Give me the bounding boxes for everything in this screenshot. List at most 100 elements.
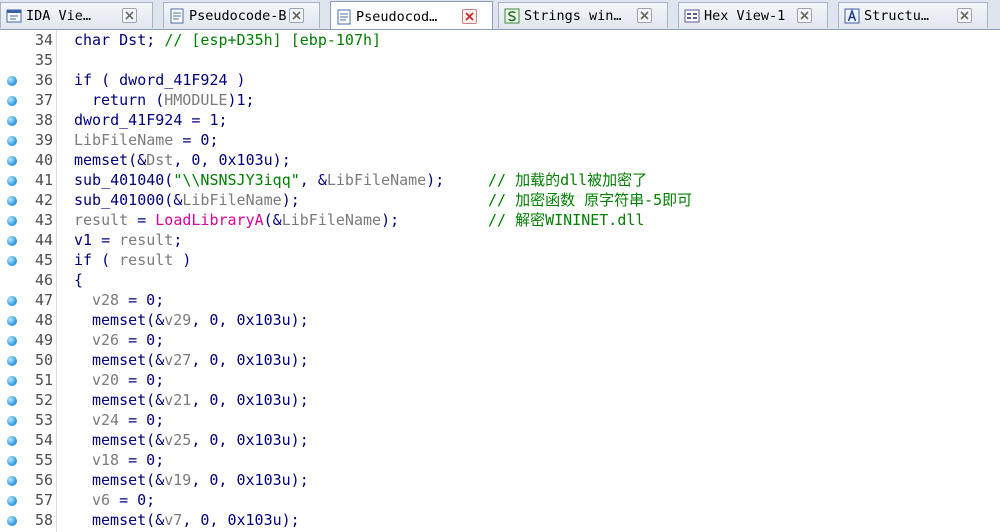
code-line[interactable]: 52 memset(&v21, 0, 0x103u); <box>0 390 1000 410</box>
code-line[interactable]: 34 char Dst; // [esp+D35h] [ebp-107h] <box>0 30 1000 50</box>
breakpoint-dot-icon[interactable] <box>7 96 17 106</box>
code-text[interactable]: result = LoadLibraryA(&LibFileName); <box>74 210 399 230</box>
line-number: 41 <box>34 171 53 189</box>
code-token: = 0; <box>119 291 165 309</box>
code-text[interactable]: { <box>74 270 83 290</box>
code-token: memset(& <box>74 151 147 169</box>
code-text[interactable]: v18 = 0; <box>92 450 164 470</box>
code-text[interactable]: v20 = 0; <box>92 370 164 390</box>
code-line[interactable]: 47 v28 = 0; <box>0 290 1000 310</box>
code-line[interactable]: 56 memset(&v19, 0, 0x103u); <box>0 470 1000 490</box>
tab-strings-win[interactable]: Strings win… <box>498 2 668 28</box>
code-line[interactable]: 50 memset(&v27, 0, 0x103u); <box>0 350 1000 370</box>
code-line[interactable]: 45 if ( result ) <box>0 250 1000 270</box>
breakpoint-dot-icon[interactable] <box>7 256 17 266</box>
code-line[interactable]: 53 v24 = 0; <box>0 410 1000 430</box>
code-line[interactable]: 36 if ( dword_41F924 ) <box>0 70 1000 90</box>
code-line[interactable]: 43 result = LoadLibraryA(&LibFileName); //… <box>0 210 1000 230</box>
tab-structu[interactable]: Structu… <box>838 2 988 28</box>
tab-label: Pseudocode-B <box>189 7 287 24</box>
code-text[interactable]: if ( dword_41F924 ) <box>74 70 246 90</box>
code-text[interactable]: dword_41F924 = 1; <box>74 110 228 130</box>
close-icon[interactable] <box>122 8 137 23</box>
breakpoint-dot-icon[interactable] <box>7 376 17 386</box>
code-line[interactable]: 54 memset(&v25, 0, 0x103u); <box>0 430 1000 450</box>
code-token: memset(& <box>92 311 165 329</box>
tab-pseudocode-b[interactable]: Pseudocode-B <box>163 2 320 28</box>
line-number: 36 <box>34 71 53 89</box>
code-token: = 0; <box>119 371 165 389</box>
code-line[interactable]: 48 memset(&v29, 0, 0x103u); <box>0 310 1000 330</box>
breakpoint-dot-icon[interactable] <box>7 296 17 306</box>
code-line[interactable]: 37 return (HMODULE)1; <box>0 90 1000 110</box>
tab-label: Hex View-1 <box>704 7 786 24</box>
code-text[interactable]: memset(&v19, 0, 0x103u); <box>92 470 309 490</box>
code-line[interactable]: 40 memset(&Dst, 0, 0x103u); <box>0 150 1000 170</box>
breakpoint-dot-icon[interactable] <box>7 396 17 406</box>
code-text[interactable]: char Dst; // [esp+D35h] [ebp-107h] <box>74 30 381 50</box>
code-line[interactable]: 57 v6 = 0; <box>0 490 1000 510</box>
code-text[interactable]: v1 = result; <box>74 230 182 250</box>
breakpoint-dot-icon[interactable] <box>7 496 17 506</box>
code-line[interactable]: 41 sub_401040("\\NSNSJY3iqq", &LibFileNam… <box>0 170 1000 190</box>
breakpoint-dot-icon[interactable] <box>7 316 17 326</box>
breakpoint-dot-icon[interactable] <box>7 176 17 186</box>
breakpoint-dot-icon[interactable] <box>7 116 17 126</box>
code-line[interactable]: 38 dword_41F924 = 1; <box>0 110 1000 130</box>
breakpoint-dot-icon[interactable] <box>7 76 17 86</box>
close-icon[interactable] <box>957 8 972 23</box>
close-icon[interactable] <box>637 8 652 23</box>
code-line[interactable]: 55 v18 = 0; <box>0 450 1000 470</box>
code-text[interactable]: LibFileName = 0; <box>74 130 219 150</box>
breakpoint-dot-icon[interactable] <box>7 356 17 366</box>
code-line[interactable]: 46 { <box>0 270 1000 290</box>
close-icon[interactable] <box>462 9 477 24</box>
code-text[interactable]: if ( result ) <box>74 250 191 270</box>
breakpoint-dot-icon[interactable] <box>7 216 17 226</box>
close-icon[interactable] <box>289 8 304 23</box>
tab-pseudocod[interactable]: Pseudocod… <box>330 1 493 29</box>
code-text[interactable]: memset(&v25, 0, 0x103u); <box>92 430 309 450</box>
code-line[interactable]: 51 v20 = 0; <box>0 370 1000 390</box>
breakpoint-dot-icon[interactable] <box>7 456 17 466</box>
code-line[interactable]: 39 LibFileName = 0; <box>0 130 1000 150</box>
tab-label: Strings win… <box>524 7 622 24</box>
code-text[interactable]: memset(&v7, 0, 0x103u); <box>92 510 300 530</box>
code-text[interactable]: memset(&v21, 0, 0x103u); <box>92 390 309 410</box>
code-text[interactable]: sub_401040("\\NSNSJY3iqq", &LibFileName)… <box>74 170 444 190</box>
line-number: 46 <box>34 271 53 289</box>
breakpoint-dot-icon[interactable] <box>7 196 17 206</box>
code-line[interactable]: 35 <box>0 50 1000 70</box>
code-text[interactable]: memset(&Dst, 0, 0x103u); <box>74 150 291 170</box>
breakpoint-dot-icon[interactable] <box>7 436 17 446</box>
code-text[interactable]: sub_401000(&LibFileName); <box>74 190 300 210</box>
line-number: 47 <box>34 291 53 309</box>
breakpoint-dot-icon[interactable] <box>7 476 17 486</box>
code-text[interactable]: memset(&v27, 0, 0x103u); <box>92 350 309 370</box>
tab-bar: IDA Vie… Pseudocode-B Pseudocod… Strings wi… <box>0 0 1000 30</box>
breakpoint-dot-icon[interactable] <box>7 416 17 426</box>
breakpoint-dot-icon[interactable] <box>7 236 17 246</box>
code-line[interactable]: 44 v1 = result; <box>0 230 1000 250</box>
tab-ida-vie[interactable]: IDA Vie… <box>0 2 153 28</box>
code-text[interactable]: v26 = 0; <box>92 330 164 350</box>
close-icon[interactable] <box>797 8 812 23</box>
code-line[interactable]: 58 memset(&v7, 0, 0x103u); <box>0 510 1000 530</box>
code-text[interactable]: return (HMODULE)1; <box>92 90 255 110</box>
structures-icon <box>844 8 860 23</box>
breakpoint-dot-icon[interactable] <box>7 516 17 526</box>
breakpoint-dot-icon[interactable] <box>7 156 17 166</box>
code-line[interactable]: 42 sub_401000(&LibFileName); // 加密函数 原字符串-… <box>0 190 1000 210</box>
code-text[interactable]: v28 = 0; <box>92 290 164 310</box>
code-token: ); <box>426 171 445 189</box>
code-token: if ( dword_41F924 ) <box>74 71 246 89</box>
code-text[interactable]: v6 = 0; <box>92 490 155 510</box>
breakpoint-dot-icon[interactable] <box>7 336 17 346</box>
tab-hex-view-1[interactable]: Hex View-1 <box>678 2 828 28</box>
breakpoint-dot-icon[interactable] <box>7 136 17 146</box>
pseudocode-view[interactable]: 34 char Dst; // [esp+D35h] [ebp-107h] 35 36… <box>0 30 1000 532</box>
tab-label: Pseudocod… <box>356 8 438 25</box>
code-text[interactable]: v24 = 0; <box>92 410 164 430</box>
code-line[interactable]: 49 v26 = 0; <box>0 330 1000 350</box>
code-text[interactable]: memset(&v29, 0, 0x103u); <box>92 310 309 330</box>
